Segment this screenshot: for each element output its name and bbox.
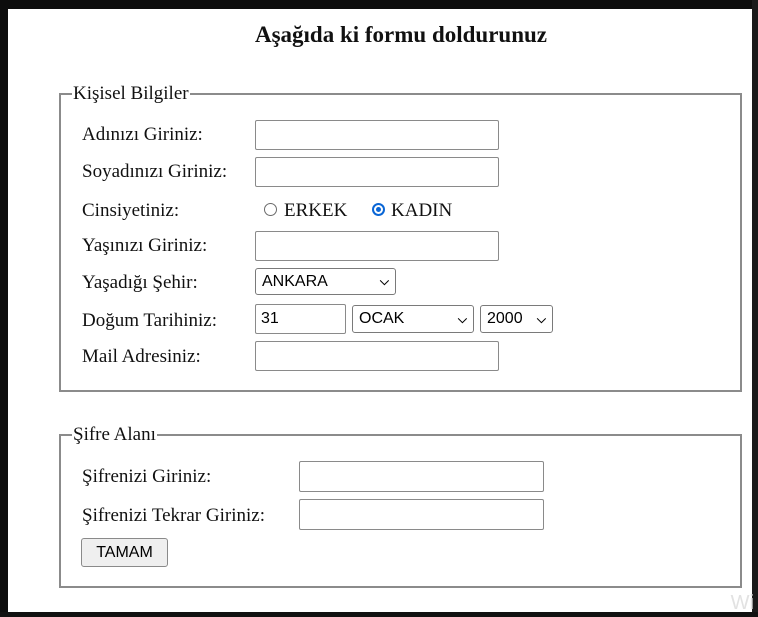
mail-input[interactable] xyxy=(255,341,499,371)
chevron-down-icon: ⌵ xyxy=(379,274,389,288)
birth-year-value: 2000 xyxy=(487,310,523,327)
surname-input[interactable] xyxy=(255,157,499,187)
city-select[interactable]: ANKARA ⌵ xyxy=(255,268,396,295)
name-label: Adınızı Giriniz: xyxy=(82,124,203,145)
personal-info-legend: Kişisel Bilgiler xyxy=(73,83,189,104)
birth-year-select[interactable]: 2000 ⌵ xyxy=(480,305,553,333)
city-label: Yaşadığı Şehir: xyxy=(82,272,198,293)
window-frame-top xyxy=(0,0,758,9)
gender-radio-male[interactable] xyxy=(264,203,277,216)
password-confirm-label: Şifrenizi Tekrar Giriniz: xyxy=(82,505,265,526)
password-legend: Şifre Alanı xyxy=(73,424,156,445)
window-frame-left xyxy=(0,0,8,617)
password-confirm-input[interactable] xyxy=(299,499,544,530)
password-label: Şifrenizi Giriniz: xyxy=(82,466,212,487)
birth-month-value: OCAK xyxy=(359,310,405,327)
age-input[interactable] xyxy=(255,231,499,261)
gender-label: Cinsiyetiniz: xyxy=(82,200,180,221)
window-frame-right xyxy=(752,0,758,617)
age-label: Yaşınızı Giriniz: xyxy=(82,235,208,256)
birth-month-select[interactable]: OCAK ⌵ xyxy=(352,305,474,333)
submit-button[interactable]: TAMAM xyxy=(81,538,168,567)
birth-day-input[interactable] xyxy=(255,304,346,334)
birthdate-label: Doğum Tarihiniz: xyxy=(82,310,217,331)
window-frame-bottom xyxy=(0,612,758,617)
gender-option-female-label: KADIN xyxy=(391,200,453,221)
city-select-value: ANKARA xyxy=(262,272,328,290)
password-input[interactable] xyxy=(299,461,544,492)
chevron-down-icon: ⌵ xyxy=(536,311,546,326)
activation-watermark: Wi xyxy=(730,592,754,614)
mail-label: Mail Adresiniz: xyxy=(82,346,201,367)
chevron-down-icon: ⌵ xyxy=(457,311,467,326)
page-title: Aşağıda ki formu doldurunuz xyxy=(254,22,548,47)
gender-radio-female[interactable] xyxy=(372,203,385,216)
surname-label: Soyadınızı Giriniz: xyxy=(82,161,228,182)
name-input[interactable] xyxy=(255,120,499,150)
gender-option-male-label: ERKEK xyxy=(284,200,348,221)
